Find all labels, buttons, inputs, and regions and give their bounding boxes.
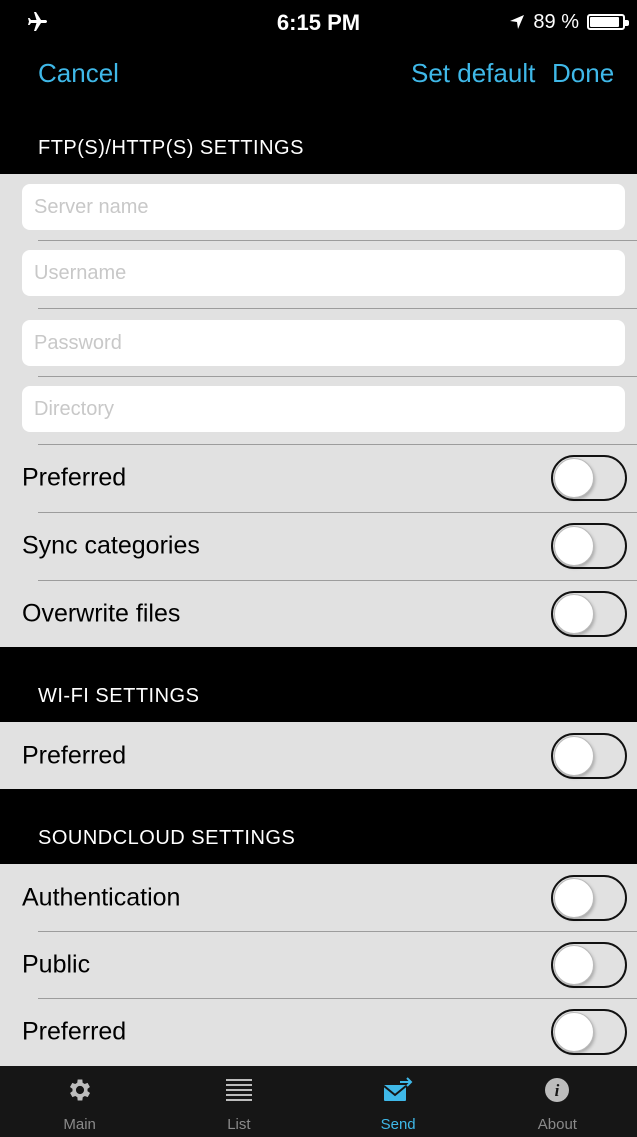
- ftp-section-header: FTP(S)/HTTP(S) SETTINGS: [0, 104, 637, 174]
- cancel-button[interactable]: Cancel: [38, 58, 119, 89]
- soundcloud-preferred-label: Preferred: [22, 1017, 127, 1046]
- tab-send[interactable]: Send: [319, 1066, 478, 1137]
- tab-send-label: Send: [380, 1116, 416, 1133]
- switch-knob: [554, 1012, 594, 1052]
- switch-knob: [554, 878, 594, 918]
- ftp-preferred-row: Preferred: [0, 444, 637, 512]
- soundcloud-section-title: SOUNDCLOUD SETTINGS: [38, 827, 296, 849]
- battery-fill: [590, 17, 620, 27]
- overwrite-files-row: Overwrite files: [0, 580, 637, 648]
- gear-icon: [69, 1079, 90, 1101]
- sync-categories-row: Sync categories: [0, 512, 637, 580]
- public-row: Public: [0, 931, 637, 999]
- switch-knob: [554, 735, 594, 776]
- server-name-field[interactable]: [22, 184, 625, 230]
- soundcloud-preferred-row: Preferred: [0, 998, 637, 1066]
- tab-about[interactable]: i About: [478, 1066, 637, 1137]
- password-field[interactable]: [22, 320, 625, 366]
- server-name-row: [0, 174, 637, 242]
- tab-main-label: Main: [63, 1116, 96, 1133]
- overwrite-files-switch[interactable]: [551, 591, 627, 637]
- soundcloud-section-header: SOUNDCLOUD SETTINGS: [0, 789, 637, 864]
- authentication-switch[interactable]: [551, 875, 627, 921]
- set-default-button[interactable]: Set default: [411, 58, 535, 89]
- directory-field[interactable]: [22, 386, 625, 432]
- send-envelope-icon: [383, 1077, 413, 1101]
- tab-bar: Main List Send i About: [0, 1066, 637, 1137]
- info-icon: i: [545, 1078, 570, 1102]
- soundcloud-preferred-switch[interactable]: [551, 1009, 627, 1055]
- battery-percent: 89 %: [533, 10, 579, 33]
- list-lines-icon: [225, 1079, 252, 1101]
- nav-bar: Cancel Set default Done: [0, 44, 637, 104]
- switch-knob: [554, 526, 594, 566]
- location-arrow-icon: [510, 15, 525, 29]
- public-switch[interactable]: [551, 942, 627, 988]
- wifi-preferred-row: Preferred: [0, 722, 637, 789]
- username-row: [0, 240, 637, 308]
- tab-main[interactable]: Main: [0, 1066, 159, 1137]
- switch-knob: [554, 458, 594, 498]
- directory-row: [0, 376, 637, 444]
- tab-list-label: List: [227, 1116, 251, 1133]
- sync-categories-label: Sync categories: [22, 531, 200, 560]
- wifi-preferred-switch[interactable]: [551, 732, 627, 779]
- separator: [38, 308, 637, 309]
- tab-list[interactable]: List: [159, 1066, 318, 1137]
- wifi-preferred-label: Preferred: [22, 741, 127, 769]
- sync-categories-switch[interactable]: [551, 523, 627, 569]
- svg-text:i: i: [555, 1081, 560, 1100]
- ftp-settings-group: Preferred Sync categories Overwrite file…: [0, 174, 637, 647]
- ftp-section-title: FTP(S)/HTTP(S) SETTINGS: [38, 137, 304, 159]
- password-row: [0, 310, 637, 378]
- wifi-settings-group: Preferred: [0, 722, 637, 789]
- public-label: Public: [22, 950, 91, 979]
- overwrite-files-label: Overwrite files: [22, 599, 181, 628]
- authentication-row: Authentication: [0, 864, 637, 932]
- switch-knob: [554, 594, 594, 634]
- wifi-section-title: WI-FI SETTINGS: [38, 685, 200, 707]
- soundcloud-settings-group: Authentication Public Preferred: [0, 864, 637, 1066]
- switch-knob: [554, 945, 594, 985]
- ftp-preferred-label: Preferred: [22, 463, 127, 492]
- wifi-section-header: WI-FI SETTINGS: [0, 647, 637, 722]
- status-bar: 6:15 PM 89 %: [0, 0, 637, 44]
- authentication-label: Authentication: [22, 883, 181, 912]
- done-button[interactable]: Done: [552, 58, 614, 89]
- username-field[interactable]: [22, 250, 625, 296]
- tab-about-label: About: [537, 1116, 577, 1133]
- battery-tip: [625, 20, 629, 26]
- battery-icon: [587, 14, 629, 30]
- ftp-preferred-switch[interactable]: [551, 455, 627, 501]
- status-right-group: 89 %: [509, 10, 629, 34]
